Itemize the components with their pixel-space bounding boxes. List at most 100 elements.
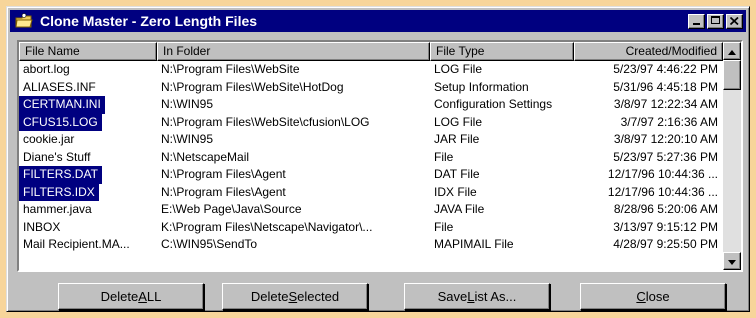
modified-cell-text: 5/23/97 4:46:22 PM <box>613 62 718 76</box>
file-type-cell-text: File <box>434 149 454 164</box>
table-row[interactable]: CERTMAN.INI N:\WIN95 Configuration Setting… <box>19 96 723 114</box>
folder-cell: C:\WIN95\SendTo <box>157 236 430 254</box>
table-row[interactable]: cookie.jar N:\WIN95 JAR File 3/8/97 12:20:1… <box>19 131 723 149</box>
file-type-cell-text: JAVA File <box>434 202 485 216</box>
file-type-cell-text: Configuration Settings <box>434 97 553 111</box>
column-header-file-name[interactable]: File Name <box>19 42 157 61</box>
scroll-up-button[interactable] <box>723 42 741 60</box>
modified-cell: 3/8/97 12:22:34 AM <box>574 96 723 114</box>
maximize-icon <box>710 14 721 28</box>
modified-cell-text: 12/17/96 10:44:36 ... <box>607 184 718 199</box>
scroll-thumb[interactable] <box>723 60 741 90</box>
column-header-file-type[interactable]: File Type <box>430 42 574 61</box>
file-type-cell: Setup Information <box>430 79 574 97</box>
file-type-cell: JAR File <box>430 131 574 149</box>
close-button[interactable]: Close <box>580 283 726 310</box>
delete-all-label-post: LL <box>146 289 162 304</box>
close-label-post: lose <box>645 289 670 304</box>
file-name-cell: CERTMAN.INI <box>19 96 157 114</box>
modified-cell-text: 3/7/97 2:16:36 AM <box>620 114 718 129</box>
modified-cell-text: 3/13/97 9:15:12 PM <box>613 219 718 234</box>
modified-cell-text: 3/8/97 12:22:34 AM <box>613 97 718 111</box>
file-name-cell-text: CERTMAN.INI <box>19 96 105 114</box>
file-type-cell-text: JAR File <box>434 132 480 146</box>
file-type-cell: JAVA File <box>430 201 574 219</box>
file-name-cell-text: CFUS15.LOG <box>19 113 102 131</box>
file-list[interactable]: File Name In Folder File Type Created/Mo… <box>17 40 743 272</box>
delete-all-label-pre: Delete <box>100 289 139 304</box>
file-type-cell: File <box>430 149 574 167</box>
file-name-cell: hammer.java <box>19 201 157 219</box>
file-name-cell: INBOX <box>19 219 157 237</box>
file-rows: abort.log N:\Program Files\WebSite LOG Fil… <box>19 61 723 254</box>
title-bar[interactable]: Clone Master - Zero Length Files <box>10 10 746 32</box>
file-name-cell: Mail Recipient.MA... <box>19 236 157 254</box>
arrow-up-icon <box>728 44 736 58</box>
file-name-cell: FILTERS.DAT <box>19 166 157 184</box>
table-row[interactable]: INBOX K:\Program Files\Netscape\Navigator… <box>19 219 723 237</box>
scroll-down-button[interactable] <box>723 252 741 270</box>
column-header-in-folder[interactable]: In Folder <box>157 42 430 61</box>
table-row[interactable]: FILTERS.IDX N:\Program Files\Agent IDX Fil… <box>19 183 723 202</box>
close-icon <box>729 14 739 28</box>
file-name-cell-text: abort.log <box>23 62 70 76</box>
vertical-scrollbar[interactable] <box>723 42 741 270</box>
file-name-cell-text: FILTERS.IDX <box>19 183 99 201</box>
table-row[interactable]: abort.log N:\Program Files\WebSite LOG Fil… <box>19 61 723 79</box>
folder-cell: N:\WIN95 <box>157 96 430 114</box>
folder-cell-text: N:\Program Files\Agent <box>161 184 286 199</box>
file-type-cell-text: DAT File <box>434 167 480 181</box>
folder-cell-text: N:\Program Files\WebSite\HotDog <box>161 79 344 94</box>
window-title: Clone Master - Zero Length Files <box>40 13 258 29</box>
table-row[interactable]: hammer.java E:\Web Page\Java\Source JAVA F… <box>19 201 723 219</box>
table-row[interactable]: CFUS15.LOG N:\Program Files\WebSite\cfusi… <box>19 113 723 132</box>
file-name-cell-text: Diane's Stuff <box>23 149 91 164</box>
modified-cell: 3/7/97 2:16:36 AM <box>574 114 723 132</box>
folder-cell-text: N:\Program Files\WebSite <box>161 62 300 76</box>
folder-cell-text: K:\Program Files\Netscape\Navigator\... <box>161 219 373 234</box>
save-list-button[interactable]: Save List As... <box>404 283 550 310</box>
delete-selected-accel: S <box>288 289 298 304</box>
delete-selected-button[interactable]: Delete Selected <box>222 283 368 310</box>
folder-cell: N:\Program Files\Agent <box>157 184 430 202</box>
modified-cell: 8/28/96 5:20:06 AM <box>574 201 723 219</box>
file-type-cell: Configuration Settings <box>430 96 574 114</box>
modified-cell-text: 4/28/97 9:25:50 PM <box>613 237 718 251</box>
file-type-cell-text: File <box>434 219 454 234</box>
save-list-accel: L <box>467 289 475 304</box>
save-list-label-pre: Save <box>437 289 468 304</box>
minimize-button[interactable] <box>688 13 705 29</box>
folder-cell: E:\Web Page\Java\Source <box>157 201 430 219</box>
modified-cell-text: 12/17/96 10:44:36 ... <box>607 167 718 181</box>
modified-cell-text: 8/28/96 5:20:06 AM <box>613 202 718 216</box>
modified-cell: 3/8/97 12:20:10 AM <box>574 131 723 149</box>
modified-cell: 4/28/97 9:25:50 PM <box>574 236 723 254</box>
file-type-cell-text: Setup Information <box>434 79 529 94</box>
folder-cell: N:\WIN95 <box>157 131 430 149</box>
table-row[interactable]: ALIASES.INF N:\Program Files\WebSite\HotD… <box>19 79 723 97</box>
column-headers: File Name In Folder File Type Created/Mo… <box>19 42 723 61</box>
table-row[interactable]: Diane's Stuff N:\NetscapeMail File 5/23/97 … <box>19 149 723 167</box>
maximize-button[interactable] <box>707 13 724 29</box>
file-type-cell-text: MAPIMAIL File <box>434 237 514 251</box>
column-header-created-modified[interactable]: Created/Modified <box>574 42 723 61</box>
table-row[interactable]: Mail Recipient.MA... C:\WIN95\SendTo MAPIM… <box>19 236 723 254</box>
file-type-cell-text: LOG File <box>434 114 483 129</box>
file-name-cell-text: hammer.java <box>23 202 92 216</box>
folder-cell-text: N:\WIN95 <box>161 132 214 146</box>
file-type-cell-text: LOG File <box>434 62 483 76</box>
folder-cell-text: N:\Program Files\WebSite\cfusion\LOG <box>161 114 370 129</box>
title-buttons <box>688 13 743 29</box>
table-row[interactable]: FILTERS.DAT N:\Program Files\Agent DAT Fil… <box>19 166 723 184</box>
modified-cell: 5/23/97 4:46:22 PM <box>574 61 723 79</box>
close-window-button[interactable] <box>726 13 743 29</box>
arrow-down-icon <box>728 254 736 268</box>
file-type-cell: File <box>430 219 574 237</box>
file-name-cell-text: cookie.jar <box>23 132 75 146</box>
file-name-cell-text: INBOX <box>23 219 61 234</box>
modified-cell-text: 3/8/97 12:20:10 AM <box>613 132 718 146</box>
delete-all-button[interactable]: Delete A LL <box>58 283 204 310</box>
folder-cell-text: C:\WIN95\SendTo <box>161 237 258 251</box>
file-type-cell: MAPIMAIL File <box>430 236 574 254</box>
file-name-cell: FILTERS.IDX <box>19 183 157 201</box>
